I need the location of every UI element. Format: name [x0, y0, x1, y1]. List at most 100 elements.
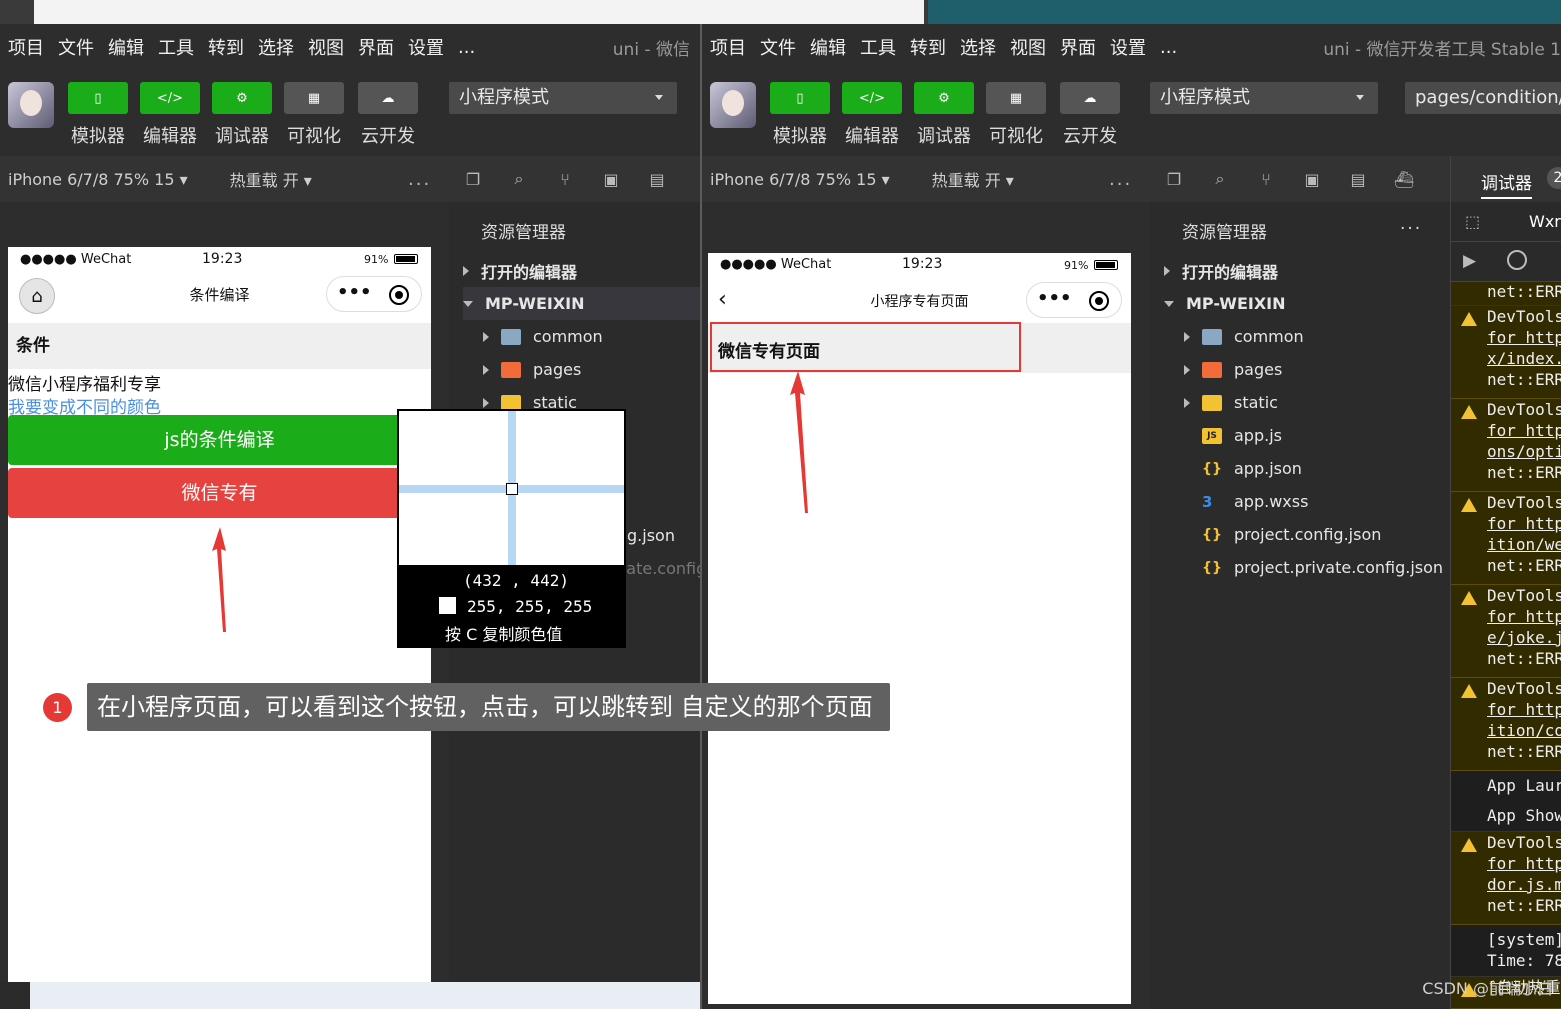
menu-project[interactable]: 项目: [8, 34, 44, 60]
capsule-more-icon[interactable]: •••: [1037, 288, 1072, 309]
cloud-button[interactable]: ☁: [1060, 82, 1120, 114]
files-icon[interactable]: ❐: [461, 167, 485, 191]
simulator-button[interactable]: ▯: [68, 82, 128, 114]
js-conditional-button[interactable]: js的条件编译: [8, 415, 431, 465]
tree-item-label: pages: [1234, 360, 1283, 379]
device-select[interactable]: iPhone 6/7/8 75% 15 ▾: [8, 170, 188, 189]
panel-icon[interactable]: ▤: [645, 167, 669, 191]
menu-settings[interactable]: 设置: [1110, 34, 1146, 60]
simulator-phone: ●●●●● WeChat 19:23 91% ⌂ 条件编译 ••• 条件 微信小…: [8, 247, 431, 982]
wechat-only-button[interactable]: 微信专有: [8, 468, 431, 518]
simulator-button[interactable]: ▯: [770, 82, 830, 114]
console-warning: DevTools for http ons/opti net::ERR: [1451, 399, 1561, 492]
more-icon[interactable]: ...: [408, 169, 431, 190]
code-icon: </>: [156, 90, 184, 106]
menu-goto[interactable]: 转到: [910, 34, 946, 60]
debugger-label: 调试器: [215, 126, 269, 147]
tree-item-project-config[interactable]: {} project.config.json: [1202, 518, 1381, 551]
mode-select[interactable]: 小程序模式: [449, 82, 677, 114]
hot-reload-toggle[interactable]: 热重载 开 ▾: [230, 167, 312, 191]
menu-more[interactable]: ...: [1160, 37, 1177, 58]
menu-view[interactable]: 视图: [308, 34, 344, 60]
console-line: [system] Time: 78: [1451, 925, 1561, 977]
tree-item-pages[interactable]: pages: [483, 353, 581, 386]
sidebar-toggle-icon[interactable]: ▶: [1463, 251, 1476, 271]
project-root[interactable]: MP-WEIXIN: [463, 287, 700, 320]
menu-file[interactable]: 文件: [58, 34, 94, 60]
open-editors-section[interactable]: 打开的编辑器: [463, 254, 577, 287]
editor-button[interactable]: </>: [842, 82, 902, 114]
tree-item-common[interactable]: common: [1184, 320, 1304, 353]
status-bar: ●●●●● WeChat 19:23 91%: [8, 247, 431, 271]
menu-select[interactable]: 选择: [960, 34, 996, 60]
clear-console-icon[interactable]: [1507, 250, 1527, 270]
avatar[interactable]: [710, 82, 756, 128]
more-icon[interactable]: ...: [1109, 169, 1132, 190]
tree-item-app-json[interactable]: {} app.json: [1202, 452, 1302, 485]
tab-wxml[interactable]: Wxr: [1529, 212, 1561, 231]
open-editors-section[interactable]: 打开的编辑器: [1164, 254, 1278, 287]
menu-select[interactable]: 选择: [258, 34, 294, 60]
tree-item-app-wxss[interactable]: 3 app.wxss: [1202, 485, 1308, 518]
capsule-close-icon[interactable]: [389, 285, 409, 305]
source-control-icon[interactable]: ⑂: [1254, 167, 1278, 191]
explorer-more-icon[interactable]: ...: [1400, 214, 1422, 234]
folder-icon: [1202, 394, 1222, 411]
tree-item-common[interactable]: common: [483, 320, 603, 353]
hot-reload-toggle[interactable]: 热重载 开 ▾: [932, 167, 1014, 191]
menu-file[interactable]: 文件: [760, 34, 796, 60]
tree-item-app-js[interactable]: JS app.js: [1202, 419, 1282, 452]
cloud-button[interactable]: ☁: [358, 82, 418, 114]
menu-view[interactable]: 视图: [1010, 34, 1046, 60]
capsule-close-icon[interactable]: [1089, 291, 1109, 311]
tree-item-config-partial[interactable]: g.json: [627, 519, 675, 552]
menu-interface[interactable]: 界面: [358, 34, 394, 60]
inspect-icon[interactable]: ⬚: [1465, 212, 1480, 231]
device-select[interactable]: iPhone 6/7/8 75% 15 ▾: [710, 170, 890, 189]
tree-item-pages[interactable]: pages: [1184, 353, 1282, 386]
battery-icon: [1094, 260, 1118, 270]
capsule-more-icon[interactable]: •••: [337, 282, 372, 303]
menu-interface[interactable]: 界面: [1060, 34, 1096, 60]
tab-debugger[interactable]: 调试器: [1481, 169, 1532, 199]
tree-item-static[interactable]: static: [1184, 386, 1278, 419]
extensions-icon[interactable]: ▣: [599, 167, 623, 191]
menu-goto[interactable]: 转到: [208, 34, 244, 60]
menu-edit[interactable]: 编辑: [810, 34, 846, 60]
menu-project[interactable]: 项目: [710, 34, 746, 60]
search-icon[interactable]: ⌕: [1208, 167, 1232, 191]
menu-bar: 项目 文件 编辑 工具 转到 选择 视图 界面 设置 ... uni - 微信: [0, 24, 700, 70]
tree-item-project-private-config[interactable]: {} project.private.config.json: [1202, 551, 1443, 584]
panel-icon[interactable]: ▤: [1346, 167, 1370, 191]
menu-more[interactable]: ...: [458, 37, 475, 58]
mode-select[interactable]: 小程序模式: [1150, 82, 1378, 114]
tree-item-label: static: [1234, 393, 1278, 412]
files-icon[interactable]: ❐: [1162, 167, 1186, 191]
status-battery: 91%: [1064, 259, 1089, 272]
editor-button[interactable]: </>: [140, 82, 200, 114]
debugger-button[interactable]: ⚙: [212, 82, 272, 114]
folder-icon: [1202, 361, 1222, 378]
menu-tools[interactable]: 工具: [158, 34, 194, 60]
debugger-button[interactable]: ⚙: [914, 82, 974, 114]
menu-settings[interactable]: 设置: [408, 34, 444, 60]
project-root[interactable]: MP-WEIXIN: [1164, 287, 1286, 320]
extensions-icon[interactable]: ▣: [1300, 167, 1324, 191]
chevron-down-icon: [1356, 95, 1364, 100]
compile-path-select[interactable]: pages/condition/c: [1405, 82, 1561, 114]
capsule-menu[interactable]: •••: [326, 276, 422, 312]
docker-icon[interactable]: ⛴: [1392, 167, 1416, 191]
menu-edit[interactable]: 编辑: [108, 34, 144, 60]
console-line: net::ERR: [1451, 282, 1561, 306]
visual-button[interactable]: ▦: [986, 82, 1046, 114]
capsule-menu[interactable]: •••: [1026, 282, 1122, 318]
search-icon[interactable]: ⌕: [507, 167, 531, 191]
source-control-icon[interactable]: ⑂: [553, 167, 577, 191]
wechat-only-page-title: 微信专有页面: [710, 322, 1021, 372]
debugger-tab-bar: 调试器 2: [1451, 156, 1561, 202]
status-bar: ●●●●● WeChat 19:23 91%: [708, 253, 1131, 277]
menu-tools[interactable]: 工具: [860, 34, 896, 60]
visual-button[interactable]: ▦: [284, 82, 344, 114]
simulator-label: 模拟器: [71, 126, 125, 147]
avatar[interactable]: [8, 82, 54, 128]
